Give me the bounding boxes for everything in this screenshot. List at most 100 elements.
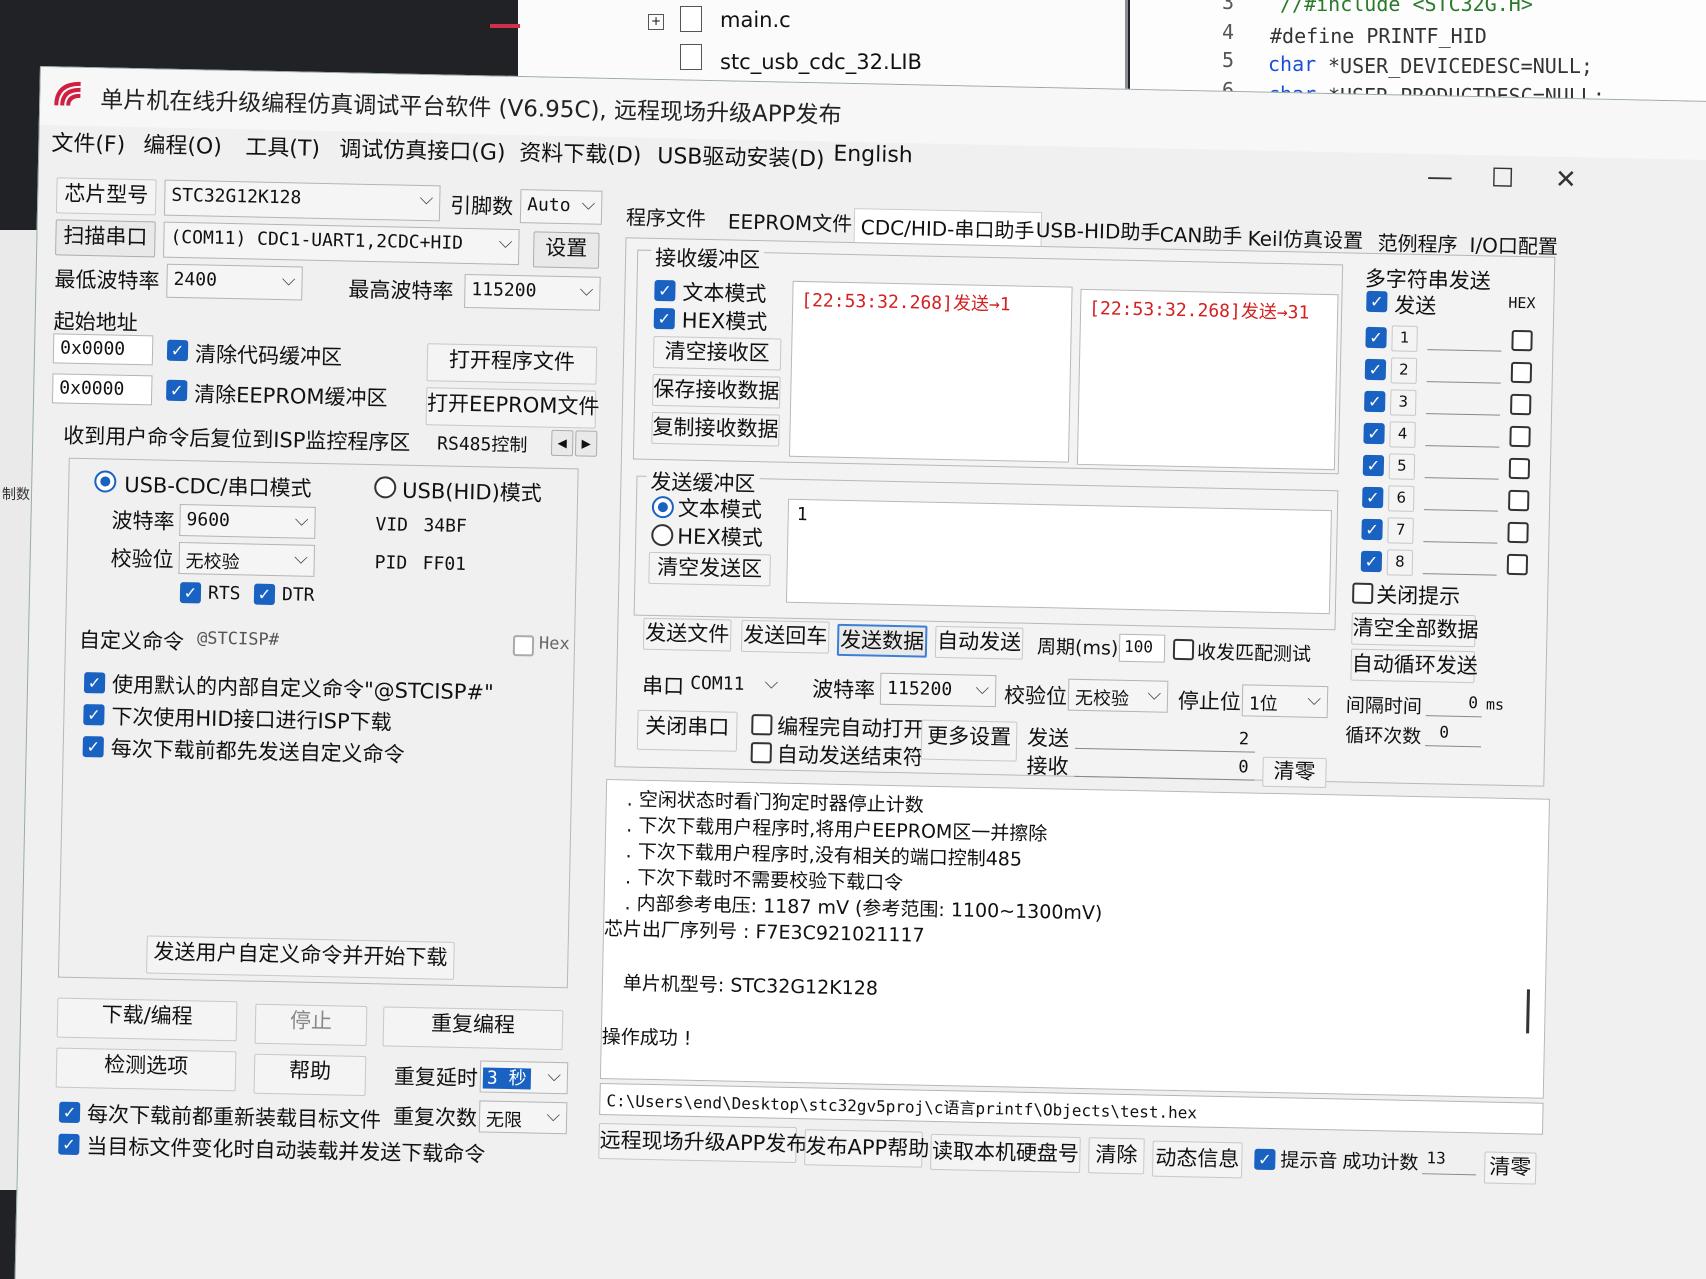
send-data-button[interactable]: 发送数据 <box>836 623 928 658</box>
tab-program-file[interactable]: 程序文件 <box>626 201 707 232</box>
multi-string-input[interactable] <box>1422 548 1498 576</box>
checkbox-checked-icon[interactable]: ✓ <box>654 279 676 302</box>
menu-english[interactable]: English <box>833 142 913 169</box>
checkbox-checked-icon[interactable]: ✓ <box>1366 290 1388 313</box>
checkbox-checked-icon[interactable]: ✓ <box>1364 390 1386 413</box>
stop-button[interactable]: 停止 <box>254 1003 368 1047</box>
multi-string-input[interactable] <box>1425 420 1500 448</box>
checkbox-checked-icon[interactable]: ✓ <box>82 736 104 758</box>
cycles-input[interactable]: 0 <box>1425 722 1482 748</box>
open-eeprom-button[interactable]: 打开EEPROM文件 <box>425 387 600 429</box>
port-select[interactable]: (COM11) CDC1-UART1,2CDC+HID ⌵ <box>163 221 520 266</box>
tab-keil[interactable]: Keil仿真设置 <box>1247 222 1363 253</box>
repeat-delay-select[interactable]: 3 秒 ⌵ <box>479 1060 569 1095</box>
tree-item-main[interactable]: main.c <box>720 8 791 32</box>
checkbox-checked-icon[interactable]: ✓ <box>253 583 276 606</box>
scrollbar-thumb[interactable] <box>1526 989 1530 1034</box>
check-options-button[interactable]: 检测选项 <box>55 1047 237 1092</box>
checkbox-checked-icon[interactable]: ✓ <box>166 379 188 402</box>
clear-log-button[interactable]: 清除 <box>1088 1137 1145 1175</box>
checkbox-unchecked-icon[interactable] <box>1511 329 1533 352</box>
interval-input[interactable]: 0 <box>1425 692 1483 718</box>
clear-send-button[interactable]: 清空发送区 <box>648 551 771 587</box>
checkbox-unchecked-icon[interactable] <box>1508 489 1530 512</box>
app-help-button[interactable]: 发布APP帮助 <box>804 1129 929 1168</box>
checkbox-checked-icon[interactable]: ✓ <box>653 307 676 330</box>
checkbox-unchecked-icon[interactable] <box>750 742 772 764</box>
serial-baud-select[interactable]: 115200 ⌵ <box>879 672 997 708</box>
code-address-field[interactable]: 0x0000 <box>52 333 154 366</box>
parity-select[interactable]: 无校验 ⌵ <box>178 542 316 577</box>
checkbox-checked-icon[interactable]: ✓ <box>1363 422 1385 445</box>
pins-select[interactable]: Auto ⌵ <box>519 189 603 225</box>
checkbox-checked-icon[interactable]: ✓ <box>58 1101 81 1124</box>
checkbox-unchecked-icon[interactable] <box>1507 521 1529 544</box>
zero-counter-button[interactable]: 清零 <box>1262 756 1327 789</box>
scan-port-button[interactable]: 扫描串口 <box>55 219 156 258</box>
close-port-button[interactable]: 关闭串口 <box>636 709 738 752</box>
auto-cycle-button[interactable]: 自动循环发送 <box>1350 648 1478 684</box>
auto-send-button[interactable]: 自动发送 <box>934 625 1024 660</box>
multi-send-item-button[interactable]: 1 <box>1391 325 1418 352</box>
multi-string-input[interactable] <box>1426 356 1502 384</box>
clear-receive-button[interactable]: 清空接收区 <box>652 335 782 371</box>
close-button[interactable]: ✕ <box>1555 165 1577 195</box>
arrow-left-icon[interactable]: ◀ <box>550 429 574 457</box>
multi-send-item-button[interactable]: 2 <box>1390 357 1418 384</box>
menu-file[interactable]: 文件(F) <box>51 125 125 159</box>
baud-select[interactable]: 9600 ⌵ <box>179 504 316 539</box>
remote-upgrade-button[interactable]: 远程现场升级APP发布 <box>598 1122 808 1164</box>
menu-downloads[interactable]: 资料下载(D) <box>519 135 642 170</box>
menu-debug[interactable]: 调试仿真接口(G) <box>339 131 506 166</box>
menu-tools[interactable]: 工具(T) <box>245 129 320 163</box>
checkbox-checked-icon[interactable]: ✓ <box>1360 550 1383 573</box>
checkbox-checked-icon[interactable]: ✓ <box>1365 326 1387 349</box>
eeprom-address-field[interactable]: 0x0000 <box>51 373 153 406</box>
serial-port-select[interactable]: COM11 ⌵ <box>683 668 785 703</box>
menu-usb-driver[interactable]: USB驱动安装(D) <box>657 138 825 173</box>
repeat-count-select[interactable]: 无限 ⌵ <box>478 1100 568 1135</box>
min-baud-select[interactable]: 2400 ⌵ <box>166 263 303 301</box>
tab-serial-assistant[interactable]: CDC/HID-串口助手 <box>853 208 1042 247</box>
reset-success-button[interactable]: 清零 <box>1483 1151 1537 1185</box>
custom-command-value[interactable]: @STCISP# <box>197 628 279 650</box>
multi-send-item-button[interactable]: 5 <box>1388 453 1416 480</box>
checkbox-checked-icon[interactable]: ✓ <box>179 582 202 604</box>
max-baud-select[interactable]: 115200 ⌵ <box>464 273 601 311</box>
settings-button[interactable]: 设置 <box>532 231 600 269</box>
tab-eeprom-file[interactable]: EEPROM文件 <box>728 205 853 237</box>
checkbox-checked-icon[interactable]: ✓ <box>1362 454 1385 477</box>
minimize-button[interactable]: — <box>1427 162 1454 193</box>
multi-send-item-button[interactable]: 8 <box>1386 549 1414 576</box>
more-settings-button[interactable]: 更多设置 <box>920 719 1018 762</box>
checkbox-checked-icon[interactable]: ✓ <box>1364 358 1387 381</box>
send-file-button[interactable]: 发送文件 <box>642 617 732 652</box>
send-custom-command-button[interactable]: 发送用户自定义命令并开始下载 <box>146 935 455 980</box>
tab-usb-hid[interactable]: USB-HID助手 <box>1036 214 1161 246</box>
open-program-button[interactable]: 打开程序文件 <box>426 343 598 385</box>
multi-string-input[interactable] <box>1427 324 1502 352</box>
checkbox-unchecked-icon[interactable] <box>1352 582 1374 605</box>
checkbox-unchecked-icon[interactable] <box>1172 638 1195 661</box>
dynamic-info-button[interactable]: 动态信息 <box>1151 1140 1243 1179</box>
multi-string-input[interactable] <box>1423 516 1498 544</box>
maximize-button[interactable]: ☐ <box>1491 163 1515 193</box>
multi-send-item-button[interactable]: 7 <box>1387 517 1414 544</box>
send-text-area[interactable]: 1 <box>785 498 1332 615</box>
save-receive-button[interactable]: 保存接收数据 <box>652 373 781 409</box>
checkbox-checked-icon[interactable]: ✓ <box>1361 518 1383 541</box>
checkbox-checked-icon[interactable]: ✓ <box>83 672 106 694</box>
checkbox-checked-icon[interactable]: ✓ <box>83 704 105 726</box>
checkbox-unchecked-icon[interactable] <box>1510 393 1532 416</box>
clear-all-button[interactable]: 清空全部数据 <box>1351 612 1479 648</box>
read-disk-button[interactable]: 读取本机硬盘号 <box>930 1133 1081 1174</box>
stop-bits-select[interactable]: 1位 ⌵ <box>1241 684 1329 719</box>
multi-send-item-button[interactable]: 3 <box>1389 389 1417 416</box>
multi-send-item-button[interactable]: 6 <box>1387 485 1415 512</box>
checkbox-unchecked-icon[interactable] <box>751 714 773 736</box>
copy-receive-button[interactable]: 复制接收数据 <box>651 411 780 447</box>
checkbox-unchecked-icon[interactable] <box>1506 553 1529 576</box>
arrow-right-icon[interactable]: ▶ <box>574 430 598 457</box>
checkbox-unchecked-icon[interactable] <box>1508 457 1531 480</box>
checkbox-unchecked-icon[interactable] <box>1510 361 1533 384</box>
